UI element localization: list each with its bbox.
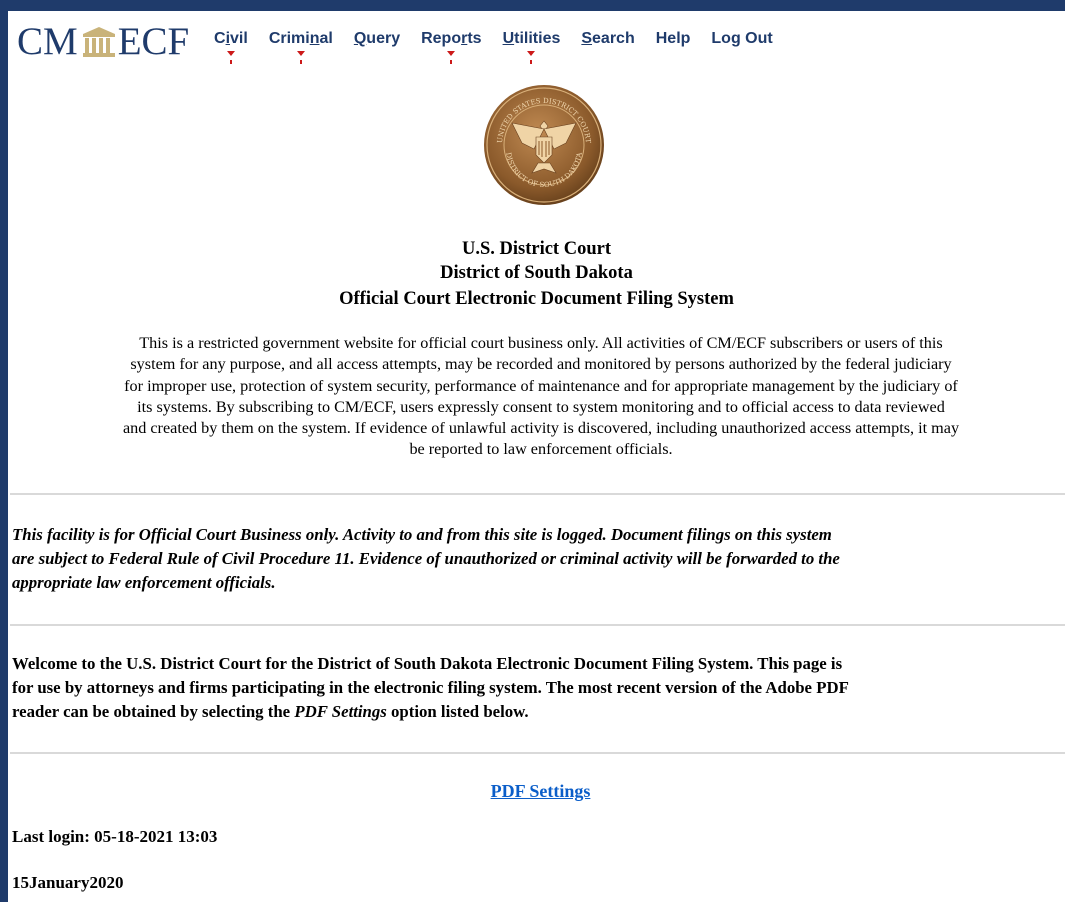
- dropdown-arrow-icon: [296, 51, 305, 56]
- dropdown-arrow-icon: [527, 51, 536, 56]
- menu-search[interactable]: Search: [581, 30, 634, 48]
- cmecf-logo[interactable]: CM ECF: [17, 20, 189, 64]
- restricted-website-notice: This is a restricted government website …: [122, 334, 960, 459]
- dropdown-tick: [229, 60, 232, 64]
- menu-criminal[interactable]: Criminal: [269, 30, 333, 64]
- court-name-heading: U.S. District Court: [461, 239, 611, 259]
- page-frame: CM ECF Civil Criminal Query Reports Util…: [0, 0, 1065, 902]
- menu-utilities[interactable]: Utilities: [503, 30, 560, 64]
- main-menu: Civil Criminal Query Reports Utilities S…: [214, 30, 794, 64]
- menu-civil[interactable]: Civil: [214, 30, 248, 64]
- menu-log-out[interactable]: Log Out: [711, 30, 772, 48]
- district-heading: District of South Dakota: [440, 263, 633, 283]
- dropdown-tick: [299, 60, 302, 64]
- system-title-heading: Official Court Electronic Document Filin…: [339, 289, 734, 309]
- top-navigation-bar: CM ECF Civil Criminal Query Reports Util…: [12, 17, 1062, 77]
- pdf-settings-link[interactable]: PDF Settings: [8, 781, 1065, 802]
- menu-reports[interactable]: Reports: [421, 30, 482, 64]
- official-business-notice: This facility is for Official Court Busi…: [12, 525, 840, 592]
- release-date-text: 15January2020: [12, 873, 124, 892]
- menu-help[interactable]: Help: [656, 30, 691, 48]
- dropdown-arrow-icon: [447, 51, 456, 56]
- court-seal-icon: UNITED STATES DISTRICT COURT DISTRICT OF…: [484, 85, 604, 205]
- menu-query[interactable]: Query: [354, 30, 400, 48]
- dropdown-tick: [450, 60, 453, 64]
- divider: [10, 752, 1065, 754]
- logo-text-left: CM: [17, 20, 78, 63]
- welcome-message: Welcome to the U.S. District Court for t…: [12, 654, 849, 721]
- divider: [10, 624, 1065, 626]
- divider: [10, 493, 1065, 495]
- dropdown-tick: [530, 60, 533, 64]
- dropdown-arrow-icon: [226, 51, 235, 56]
- last-login-text: Last login: 05-18-2021 13:03: [12, 827, 218, 846]
- courthouse-pillar-icon: [82, 27, 115, 57]
- logo-text-right: ECF: [117, 20, 190, 63]
